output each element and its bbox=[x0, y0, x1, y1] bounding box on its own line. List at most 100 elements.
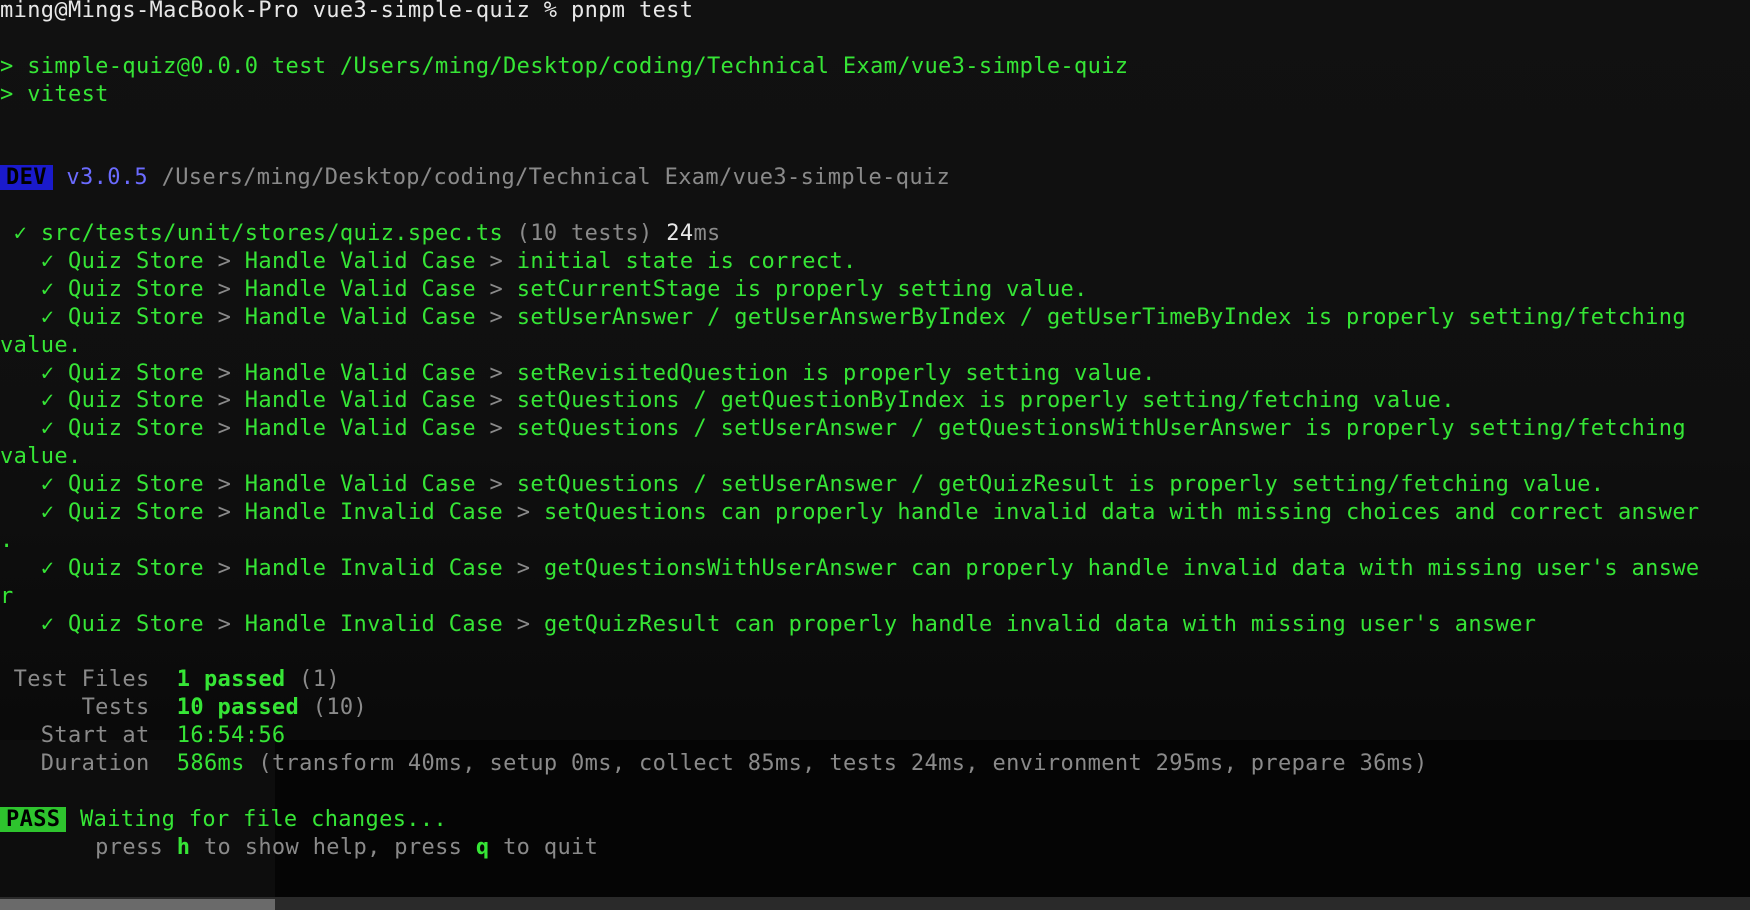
help-key-h[interactable]: h bbox=[177, 835, 191, 860]
separator: > bbox=[217, 611, 232, 637]
separator: > bbox=[489, 360, 504, 386]
test-group: Handle Valid Case bbox=[244, 472, 476, 498]
separator: > bbox=[217, 249, 232, 275]
separator: > bbox=[217, 472, 232, 498]
test-name: getQuizResult can properly handle invali… bbox=[543, 611, 1537, 637]
summary-files-value: 1 passed bbox=[176, 667, 286, 693]
project-path: /Users/ming/Desktop/coding/Technical Exa… bbox=[161, 165, 951, 191]
quit-key-q[interactable]: q bbox=[476, 835, 490, 860]
test-suite: Quiz Store bbox=[68, 304, 204, 330]
test-name: setUserAnswer / getUserAnswerByIndex / g… bbox=[516, 304, 1686, 330]
separator: > bbox=[489, 472, 504, 498]
check-icon: ✓ bbox=[40, 611, 55, 637]
script-line: > vitest bbox=[0, 81, 109, 107]
separator: > bbox=[489, 388, 504, 414]
summary-start-label: Start at bbox=[40, 723, 150, 749]
test-name: setQuestions / setUserAnswer / getQuesti… bbox=[516, 416, 1686, 442]
summary-tests-value: 10 passed bbox=[176, 695, 300, 721]
test-group: Handle Invalid Case bbox=[244, 611, 504, 637]
test-group: Handle Invalid Case bbox=[244, 500, 504, 526]
separator: > bbox=[489, 249, 504, 275]
separator: > bbox=[217, 416, 232, 442]
separator: > bbox=[217, 276, 232, 302]
check-icon: ✓ bbox=[40, 388, 55, 414]
separator: > bbox=[217, 555, 232, 581]
test-row: ✓ Quiz Store > Handle Valid Case > setRe… bbox=[0, 360, 1750, 388]
test-suite: Quiz Store bbox=[68, 416, 204, 442]
test-row: ✓ Quiz Store > Handle Valid Case > setQu… bbox=[0, 471, 1750, 499]
terminal-window[interactable]: ming@Mings-MacBook-Pro vue3-simple-quiz … bbox=[0, 0, 1750, 910]
check-icon: ✓ bbox=[40, 276, 55, 302]
summary-tests-label: Tests bbox=[81, 695, 150, 721]
test-count: (10 tests) bbox=[516, 221, 653, 247]
summary-tests-count: (10) bbox=[312, 695, 368, 721]
status-line: PASS Waiting for file changes... bbox=[0, 806, 1750, 834]
test-row: ✓ Quiz Store > Handle Invalid Case > get… bbox=[0, 611, 1750, 639]
check-icon: ✓ bbox=[40, 500, 55, 526]
summary-duration-label: Duration bbox=[40, 751, 150, 777]
test-row: ✓ Quiz Store > Handle Invalid Case > get… bbox=[0, 555, 1750, 583]
help-text: to show help, press bbox=[190, 834, 476, 860]
prompt-line: ming@Mings-MacBook-Pro vue3-simple-quiz … bbox=[0, 0, 1750, 25]
test-name: initial state is correct. bbox=[516, 249, 857, 275]
check-icon: ✓ bbox=[40, 249, 55, 275]
test-name-wrap: value. bbox=[0, 444, 82, 470]
test-suite: Quiz Store bbox=[68, 276, 204, 302]
test-suite: Quiz Store bbox=[68, 388, 204, 414]
pass-badge: PASS bbox=[0, 806, 67, 832]
test-name: setQuestions can properly handle invalid… bbox=[543, 500, 1700, 526]
summary-duration-detail: (transform 40ms, setup 0ms, collect 85ms… bbox=[258, 751, 1428, 777]
separator: > bbox=[489, 304, 504, 330]
vitest-version: v3.0.5 bbox=[66, 165, 148, 191]
test-suite: Quiz Store bbox=[68, 249, 204, 275]
summary-duration-value: 586ms bbox=[176, 751, 245, 777]
dev-header: DEV v3.0.5 /Users/ming/Desktop/coding/Te… bbox=[0, 164, 1750, 192]
status-message: Waiting for file changes... bbox=[80, 806, 448, 832]
test-suite: Quiz Store bbox=[68, 500, 204, 526]
script-line: > simple-quiz@0.0.0 test /Users/ming/Des… bbox=[0, 53, 1129, 79]
scrollbar-track[interactable] bbox=[0, 899, 275, 910]
file-time-unit: ms bbox=[693, 221, 721, 247]
test-row: ✓ Quiz Store > Handle Valid Case > initi… bbox=[0, 248, 1750, 276]
test-name: setCurrentStage is properly setting valu… bbox=[516, 276, 1088, 302]
separator: > bbox=[489, 276, 504, 302]
prompt-command: pnpm test bbox=[571, 0, 694, 23]
separator: > bbox=[516, 555, 531, 581]
separator: > bbox=[217, 388, 232, 414]
test-suite: Quiz Store bbox=[68, 611, 204, 637]
help-text: to quit bbox=[489, 834, 599, 860]
help-text: press bbox=[95, 834, 177, 860]
test-group: Handle Valid Case bbox=[244, 388, 476, 414]
test-group: Handle Valid Case bbox=[244, 276, 476, 302]
test-name-wrap: . bbox=[0, 527, 14, 553]
test-group: Handle Valid Case bbox=[244, 304, 476, 330]
test-group: Handle Invalid Case bbox=[244, 555, 504, 581]
summary-duration: Duration 586ms (transform 40ms, setup 0m… bbox=[0, 750, 1750, 778]
test-row: ✓ Quiz Store > Handle Valid Case > setCu… bbox=[0, 276, 1750, 304]
test-group: Handle Valid Case bbox=[244, 416, 476, 442]
test-suite: Quiz Store bbox=[68, 555, 204, 581]
test-group: Handle Valid Case bbox=[244, 360, 476, 386]
summary-start-value: 16:54:56 bbox=[176, 723, 286, 749]
file-time-value: 24 bbox=[666, 221, 694, 247]
separator: > bbox=[516, 500, 531, 526]
file-result: ✓ src/tests/unit/stores/quiz.spec.ts (10… bbox=[0, 220, 1750, 248]
dev-badge: DEV bbox=[0, 165, 53, 191]
test-name-wrap: r bbox=[0, 583, 14, 609]
help-line: press h to show help, press q to quit bbox=[0, 834, 1750, 862]
test-row: ✓ Quiz Store > Handle Valid Case > setUs… bbox=[0, 304, 1750, 332]
prompt-host: ming@Mings-MacBook-Pro vue3-simple-quiz … bbox=[0, 0, 571, 23]
test-suite: Quiz Store bbox=[68, 472, 204, 498]
test-name-wrap: value. bbox=[0, 332, 82, 358]
test-suite: Quiz Store bbox=[68, 360, 204, 386]
test-row: ✓ Quiz Store > Handle Invalid Case > set… bbox=[0, 499, 1750, 527]
separator: > bbox=[489, 416, 504, 442]
summary-files: Test Files 1 passed (1) bbox=[0, 666, 1750, 694]
test-name: setRevisitedQuestion is properly setting… bbox=[516, 360, 1156, 386]
separator: > bbox=[217, 360, 232, 386]
check-icon: ✓ bbox=[40, 304, 55, 330]
